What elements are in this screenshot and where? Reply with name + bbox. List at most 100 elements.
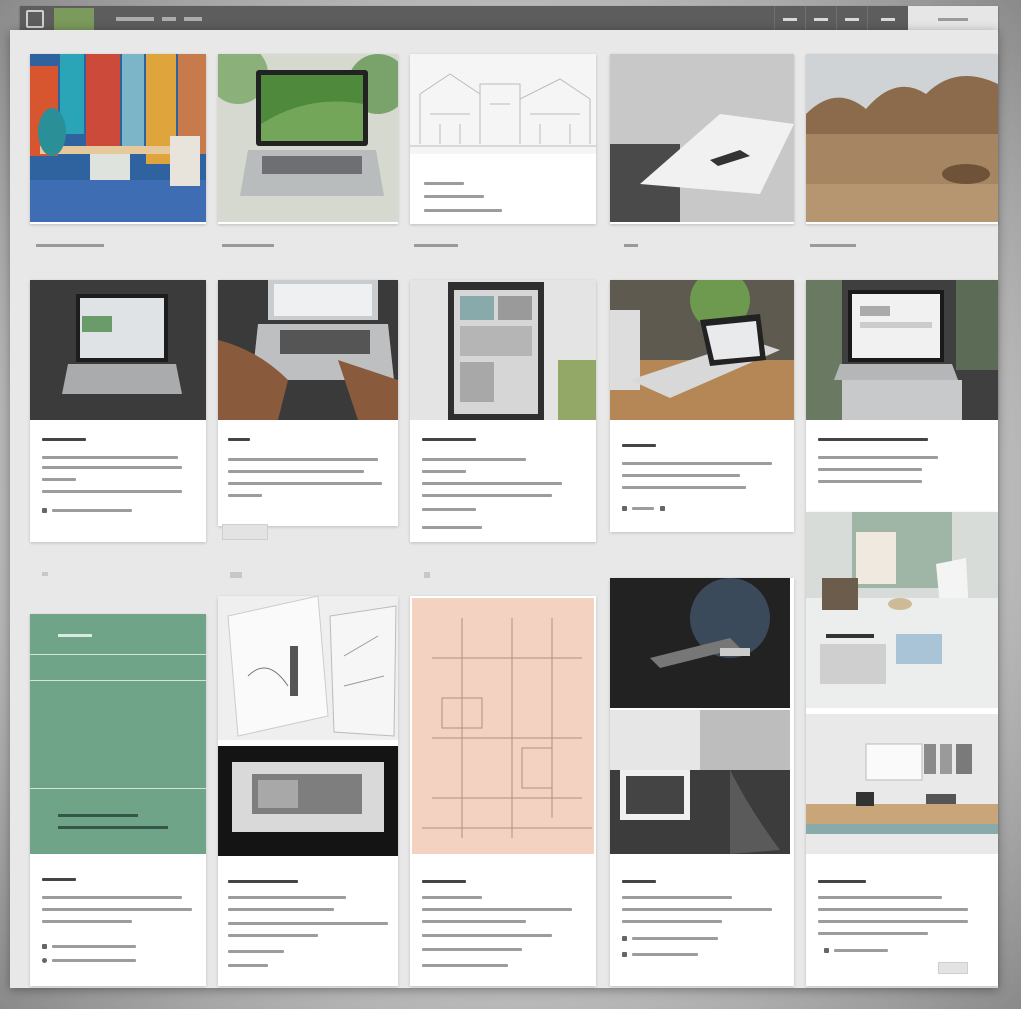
card-title-line — [42, 878, 76, 881]
text-line — [228, 458, 378, 461]
card-image-secondary[interactable] — [806, 714, 998, 854]
card-title-line — [42, 438, 86, 441]
toolbar-tab-4[interactable] — [867, 6, 908, 32]
card-image[interactable] — [218, 596, 398, 740]
hands-typing-photo — [218, 280, 398, 420]
text-line — [632, 937, 718, 940]
text-line — [818, 932, 928, 935]
gallery-card[interactable] — [218, 280, 398, 526]
text-line — [52, 945, 136, 948]
brand-tab[interactable] — [54, 8, 94, 30]
card-image-secondary[interactable] — [218, 746, 398, 856]
card-title-line — [228, 880, 298, 883]
text-line — [818, 468, 922, 471]
tablet-layout-photo — [410, 280, 596, 420]
text-line — [42, 490, 182, 493]
paper-sketches-photo — [218, 596, 398, 740]
card-image[interactable] — [30, 614, 206, 854]
card-image[interactable] — [610, 578, 790, 708]
text-line — [42, 920, 132, 923]
nav-item-3[interactable] — [184, 17, 202, 21]
text-line — [228, 494, 262, 497]
gallery-card[interactable] — [610, 578, 794, 986]
nav-item-2[interactable] — [162, 17, 176, 21]
text-line — [818, 456, 938, 459]
card-action-button[interactable] — [222, 524, 268, 540]
toolbar-tab-3[interactable] — [836, 6, 867, 32]
card-image[interactable] — [218, 280, 398, 420]
nav-item-1[interactable] — [116, 17, 154, 21]
tag-icon — [660, 506, 665, 511]
gallery-card[interactable] — [30, 280, 206, 542]
app-logo-icon[interactable] — [26, 10, 44, 28]
text-line — [228, 908, 334, 911]
card-image[interactable] — [610, 280, 794, 420]
gallery-card[interactable] — [610, 280, 794, 532]
card-image-secondary[interactable] — [610, 710, 790, 854]
list-bullet-icon — [622, 952, 627, 957]
gallery-card[interactable] — [806, 54, 998, 224]
text-line — [42, 896, 182, 899]
divider-mark — [42, 572, 48, 576]
card-image[interactable] — [412, 598, 594, 854]
link-icon — [42, 958, 47, 963]
text-line — [422, 920, 526, 923]
text-line — [818, 896, 942, 899]
text-line — [632, 507, 654, 510]
toolbar-tab-2[interactable] — [805, 6, 836, 32]
card-title-line — [228, 438, 250, 441]
text-line — [622, 486, 746, 489]
top-nav — [116, 17, 202, 21]
card-image[interactable] — [610, 54, 794, 222]
text-line — [424, 195, 484, 198]
gallery-card[interactable] — [218, 596, 398, 986]
gallery-card[interactable] — [30, 614, 206, 986]
monitor-photo — [218, 746, 398, 856]
card-image[interactable] — [30, 280, 206, 420]
text-line — [834, 949, 888, 952]
gallery-card[interactable] — [410, 54, 596, 224]
card-image[interactable] — [410, 54, 596, 154]
tag-icon — [622, 506, 627, 511]
text-line — [52, 509, 132, 512]
text-line — [42, 466, 182, 469]
divider-mark — [424, 572, 430, 578]
text-line — [622, 462, 772, 465]
top-bar — [20, 6, 998, 32]
gallery-card[interactable] — [30, 54, 206, 224]
text-line — [632, 953, 698, 956]
card-image[interactable] — [806, 512, 998, 708]
gallery-sheet — [10, 30, 998, 988]
card-image[interactable] — [410, 280, 596, 420]
text-line — [228, 934, 318, 937]
desk-tablet-photo — [610, 280, 794, 420]
card-image[interactable] — [30, 54, 206, 222]
card-title-line — [422, 438, 476, 441]
gallery-card[interactable] — [806, 512, 998, 986]
text-line — [424, 209, 502, 212]
gallery-card[interactable] — [410, 596, 596, 986]
card-image[interactable] — [806, 54, 998, 222]
gallery-card[interactable] — [610, 54, 794, 224]
card-image[interactable] — [806, 280, 998, 420]
text-line — [228, 470, 364, 473]
card-caption — [222, 244, 274, 247]
card-image[interactable] — [218, 54, 398, 222]
account-area[interactable] — [908, 6, 998, 32]
text-line — [422, 458, 526, 461]
architecture-sketch — [410, 73, 596, 147]
text-line — [622, 920, 722, 923]
text-line — [422, 526, 482, 529]
workspace-photo — [806, 714, 998, 854]
gallery-card[interactable] — [806, 280, 998, 512]
list-bullet-icon — [622, 936, 627, 941]
text-line — [422, 896, 482, 899]
card-action-button[interactable] — [938, 962, 968, 974]
text-line — [422, 494, 552, 497]
text-line — [422, 908, 572, 911]
toolbar-tab-1[interactable] — [774, 6, 805, 32]
text-line — [818, 920, 968, 923]
gallery-card[interactable] — [218, 54, 398, 224]
text-line — [52, 959, 136, 962]
gallery-card[interactable] — [410, 280, 596, 542]
